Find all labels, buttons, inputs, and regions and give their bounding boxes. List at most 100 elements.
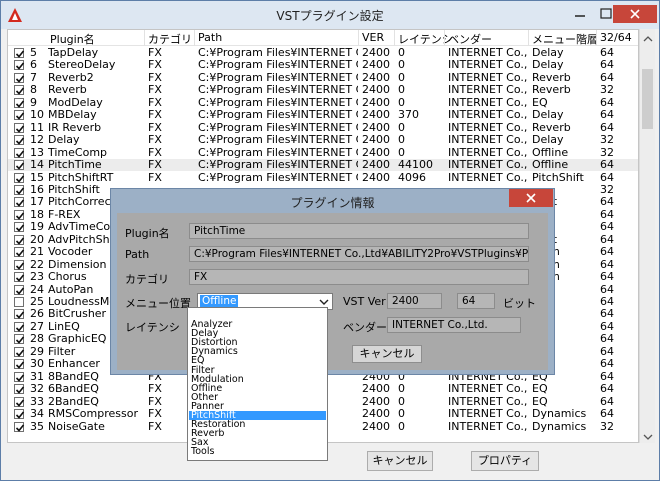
cell-lat: 0 [398, 121, 405, 134]
enable-checkbox[interactable] [14, 60, 25, 71]
menu-position-label: メニュー位置 [125, 297, 191, 310]
enable-checkbox[interactable] [14, 297, 24, 307]
table-row[interactable]: 6 StereoDelay FX C:¥Program Files¥INTERNET … [8, 59, 638, 72]
dropdown-option[interactable]: Reverb [189, 429, 326, 439]
enable-checkbox[interactable] [14, 160, 25, 171]
cell-ver: 2400 [362, 96, 390, 109]
dropdown-option[interactable]: Dynamics [189, 347, 326, 357]
window-close-button[interactable] [613, 5, 657, 23]
table-row[interactable]: 11 IR Reverb FX C:¥Program Files¥INTERNET C… [8, 121, 638, 134]
cell-cat: FX [148, 395, 162, 408]
scroll-up-icon[interactable] [643, 33, 653, 42]
table-row[interactable]: 10 MBDelay FX C:¥Program Files¥INTERNET Co.… [8, 109, 638, 121]
cell-no: 18 [30, 208, 44, 221]
cell-no: 24 [30, 283, 44, 296]
cell-menu: Offline [532, 146, 569, 159]
menu-position-dropdown[interactable]: Analyzer Delay Distortion Dynamics EQ Filter M… [187, 307, 328, 461]
enable-checkbox[interactable] [14, 247, 25, 258]
header-menu[interactable]: メニュー階層 [530, 31, 598, 46]
enable-checkbox[interactable] [14, 309, 25, 320]
cell-menu: Reverb [532, 71, 571, 84]
enable-checkbox[interactable] [14, 184, 25, 195]
enable-checkbox[interactable] [14, 110, 25, 121]
header-ver[interactable]: VER [360, 31, 384, 45]
cell-bits: 64 [600, 383, 614, 396]
table-row[interactable]: 8 Reverb FX C:¥Program Files¥INTERNET Co.,L… [8, 84, 638, 97]
list-header: Plugin名 カテゴリ Path VER レイテンシ ベンダー メニュー階層 … [8, 30, 638, 46]
enable-checkbox[interactable] [14, 272, 25, 283]
dialog-title: プラグイン情報 [290, 196, 375, 210]
cell-no: 8 [30, 84, 37, 97]
table-row[interactable]: 9 ModDelay FX C:¥Program Files¥INTERNET Co.… [8, 96, 638, 109]
cell-no: 14 [30, 159, 44, 172]
enable-checkbox[interactable] [14, 234, 25, 245]
header-plugin-name[interactable]: Plugin名 [48, 31, 95, 46]
cell-path: C:¥Program Files¥INTERNET Co.,Ltd. [198, 71, 358, 84]
cell-vendor: INTERNET Co.,Ltd. [448, 395, 528, 408]
cell-bits: 64 [600, 333, 614, 346]
enable-checkbox[interactable] [14, 72, 25, 83]
table-row[interactable]: 5 TapDelay FX C:¥Program Files¥INTERNET Co.… [8, 47, 638, 59]
enable-checkbox[interactable] [14, 346, 25, 357]
cell-cat: FX [148, 383, 162, 396]
table-row[interactable]: 7 Reverb2 FX C:¥Program Files¥INTERNET Co.,… [8, 71, 638, 84]
scroll-down-icon[interactable] [643, 431, 653, 440]
cancel-button[interactable]: キャンセル [367, 451, 433, 471]
cell-lat: 44100 [398, 159, 433, 172]
enable-checkbox[interactable] [14, 321, 25, 332]
cell-no: 27 [30, 320, 44, 333]
latency-label: レイテンシ [125, 321, 180, 334]
property-button[interactable]: プロパティ [471, 451, 539, 471]
enable-checkbox[interactable] [14, 48, 25, 58]
enable-checkbox[interactable] [14, 259, 25, 270]
cell-bits: 64 [600, 296, 614, 308]
enable-checkbox[interactable] [14, 371, 25, 382]
enable-checkbox[interactable] [14, 147, 25, 158]
table-row[interactable]: 15 PitchShiftRT FX C:¥Program Files¥INTERNE… [8, 171, 638, 184]
cell-bits: 32 [600, 146, 614, 159]
enable-checkbox[interactable] [14, 421, 25, 432]
header-vendor[interactable]: ベンダー [446, 31, 492, 46]
cell-vendor: INTERNET Co.,Ltd. [448, 159, 528, 172]
table-row[interactable]: 12 Delay FX C:¥Program Files¥INTERNET Co.,L… [8, 134, 638, 146]
enable-checkbox[interactable] [14, 97, 25, 108]
cell-bits: 64 [600, 345, 614, 358]
dropdown-option[interactable]: Tools [189, 447, 326, 457]
vertical-scrollbar[interactable] [639, 29, 655, 443]
enable-checkbox[interactable] [14, 135, 25, 146]
header-bits[interactable]: 32/64 [598, 31, 632, 45]
enable-checkbox[interactable] [14, 122, 25, 133]
bits-label: ビット [503, 297, 536, 310]
enable-checkbox[interactable] [14, 334, 25, 345]
enable-checkbox[interactable] [14, 396, 25, 407]
table-row[interactable]: 13 TimeComp FX C:¥Program Files¥INTERNET Co… [8, 146, 638, 159]
cell-name: Reverb [48, 84, 87, 97]
cell-name: StereoDelay [48, 59, 116, 72]
enable-checkbox[interactable] [14, 359, 25, 370]
header-category[interactable]: カテゴリ [146, 31, 192, 46]
enable-checkbox[interactable] [14, 197, 25, 208]
cell-menu: Reverb [532, 84, 571, 97]
enable-checkbox[interactable] [14, 284, 25, 295]
scrollbar-thumb[interactable] [642, 69, 653, 129]
enable-checkbox[interactable] [14, 384, 25, 395]
table-row[interactable]: 14 PitchTime FX C:¥Program Files¥INTERNET C… [8, 159, 638, 172]
cell-bits: 64 [600, 320, 614, 333]
vendor-field: INTERNET Co.,Ltd. [387, 317, 521, 333]
dialog-body: Plugin名 PitchTime Path C:¥Program Files¥… [117, 213, 548, 370]
cell-no: 11 [30, 121, 44, 134]
cell-path: C:¥Program Files¥INTERNET Co.,Ltd. [198, 84, 358, 97]
cell-ver: 2400 [362, 395, 390, 408]
cell-no: 35 [30, 420, 44, 433]
dialog-cancel-button[interactable]: キャンセル [352, 345, 422, 363]
enable-checkbox[interactable] [14, 85, 25, 96]
cell-no: 15 [30, 171, 44, 184]
enable-checkbox[interactable] [14, 172, 25, 183]
enable-checkbox[interactable] [14, 409, 25, 420]
enable-checkbox[interactable] [14, 209, 25, 220]
cell-ver: 2400 [362, 146, 390, 159]
header-path[interactable]: Path [196, 31, 222, 45]
dialog-close-button[interactable] [509, 189, 553, 207]
enable-checkbox[interactable] [14, 222, 25, 233]
minimize-button[interactable] [567, 5, 593, 23]
